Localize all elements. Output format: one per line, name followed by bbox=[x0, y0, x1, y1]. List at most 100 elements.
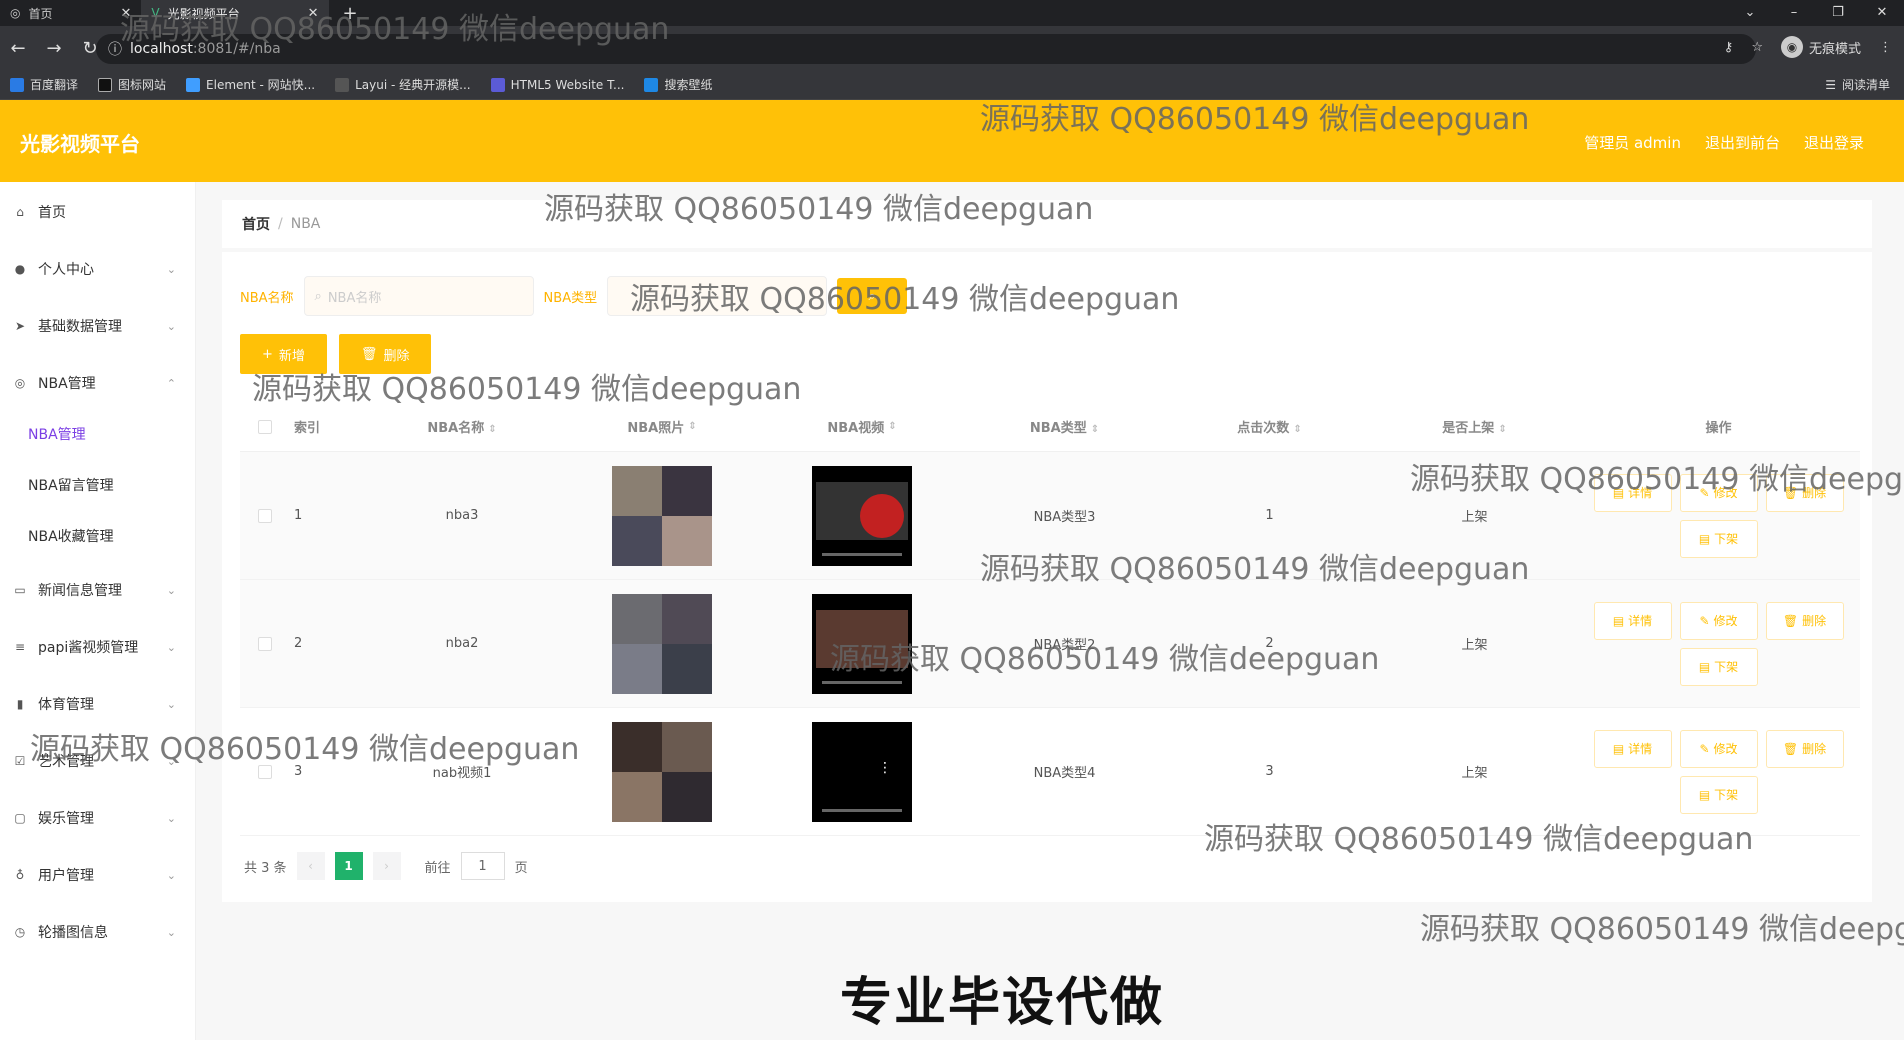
reading-list[interactable]: ☰ 阅读清单 bbox=[1825, 76, 1890, 93]
sidebar-item-papi[interactable]: ≡ papi酱视频管理 ⌄ bbox=[0, 627, 196, 667]
off-shelf-button[interactable]: ▤ 下架 bbox=[1679, 519, 1758, 558]
element-icon bbox=[186, 77, 201, 92]
sidebar-item-label: 用户管理 bbox=[38, 868, 94, 884]
trash-icon: 🗑 bbox=[360, 346, 378, 362]
pager-total: 共 3 条 bbox=[244, 860, 287, 876]
sidebar-item-users[interactable]: ♁ 用户管理 ⌄ bbox=[0, 855, 196, 895]
type-filter-label: NBA类型 bbox=[543, 290, 598, 306]
header-name[interactable]: NBA名称 ⇕ bbox=[362, 417, 562, 436]
select-all-checkbox[interactable] bbox=[258, 419, 272, 434]
nba-photo[interactable] bbox=[612, 721, 712, 822]
sidebar-item-home[interactable]: ⌂ 首页 bbox=[0, 192, 196, 232]
detail-label: 详情 bbox=[1628, 614, 1653, 628]
menu-icon: ≡ bbox=[14, 640, 26, 654]
row-clicks: 3 bbox=[1265, 764, 1274, 779]
sidebar-item-entertainment[interactable]: ▢ 娱乐管理 ⌄ bbox=[0, 798, 196, 838]
more-icon[interactable]: ⋮ bbox=[1879, 40, 1892, 55]
sidebar-subitem-nba-comments[interactable]: NBA留言管理 bbox=[0, 465, 196, 505]
sidebar-item-basic-data[interactable]: ➤ 基础数据管理 ⌄ bbox=[0, 306, 196, 346]
check-icon: ☑ bbox=[14, 754, 26, 768]
sort-icon[interactable]: ⇕ bbox=[1293, 424, 1301, 435]
page-number-button[interactable]: 1 bbox=[334, 852, 363, 880]
chevron-up-icon: ⌃ bbox=[166, 376, 176, 390]
plus-icon: + bbox=[262, 346, 273, 362]
back-to-front-link[interactable]: 退出到前台 bbox=[1705, 132, 1780, 153]
bookmark-item[interactable]: 搜索壁纸 bbox=[634, 76, 722, 93]
sidebar-subitem-label: NBA管理 bbox=[28, 427, 86, 443]
header-video[interactable]: NBA视频 ⇕ bbox=[762, 417, 962, 436]
sidebar-item-nba[interactable]: ◎ NBA管理 ⌃ bbox=[0, 363, 196, 403]
sort-icon[interactable]: ⇕ bbox=[688, 421, 696, 432]
edit-icon: ✎ bbox=[1699, 613, 1710, 628]
chevron-down-icon: ⌄ bbox=[166, 925, 176, 939]
edit-button[interactable]: ✎ 修改 bbox=[1679, 601, 1758, 640]
row-checkbox[interactable] bbox=[258, 508, 272, 523]
delete-button[interactable]: 🗑 删除 bbox=[1765, 729, 1844, 768]
header-photo[interactable]: NBA照片 ⇕ bbox=[562, 417, 762, 436]
detail-button[interactable]: ▤ 详情 bbox=[1593, 601, 1672, 640]
star-icon[interactable]: ☆ bbox=[1751, 40, 1763, 55]
edit-button[interactable]: ✎ 修改 bbox=[1679, 729, 1758, 768]
name-search-input[interactable]: ⌕ NBA名称 bbox=[303, 276, 534, 316]
back-icon[interactable]: ← bbox=[0, 38, 36, 59]
goto-page-input[interactable]: 1 bbox=[460, 852, 505, 880]
restore-icon[interactable]: ❐ bbox=[1816, 0, 1860, 26]
prev-page-button[interactable]: ‹ bbox=[296, 852, 325, 880]
detail-button[interactable]: ▤ 详情 bbox=[1593, 729, 1672, 768]
row-name: nba3 bbox=[445, 508, 479, 523]
sort-icon[interactable]: ⇕ bbox=[1498, 424, 1506, 435]
profile-button[interactable]: ◉ 无痕模式 bbox=[1780, 36, 1861, 58]
bookmark-item[interactable]: HTML5 Website T... bbox=[481, 77, 635, 92]
forward-icon[interactable]: → bbox=[36, 38, 72, 59]
sidebar-item-sports[interactable]: ▮ 体育管理 ⌄ bbox=[0, 684, 196, 724]
bookmark-item[interactable]: 百度翻译 bbox=[0, 76, 88, 93]
breadcrumb-home[interactable]: 首页 bbox=[242, 214, 270, 234]
sidebar-subitem-nba-manage[interactable]: NBA管理 bbox=[0, 414, 196, 454]
close-window-icon[interactable]: ✕ bbox=[1860, 0, 1904, 26]
sidebar-item-profile[interactable]: ● 个人中心 ⌄ bbox=[0, 249, 196, 289]
bookmarks-bar: 百度翻译 图标网站 Element - 网站快... Layui - 经典开源模… bbox=[0, 70, 1904, 100]
bookmark-item[interactable]: 图标网站 bbox=[88, 76, 176, 93]
header-index: 索引 bbox=[294, 421, 321, 436]
header-clicks[interactable]: 点击次数 ⇕ bbox=[1167, 417, 1372, 436]
sidebar-subitem-nba-favorites[interactable]: NBA收藏管理 bbox=[0, 516, 196, 556]
remove-label: 删除 bbox=[1802, 614, 1827, 628]
sidebar-item-label: 轮播图信息 bbox=[38, 925, 108, 941]
sort-icon[interactable]: ⇕ bbox=[1091, 424, 1099, 435]
watermark: 源码获取 QQ86050149 微信deepguan bbox=[630, 282, 1180, 317]
sidebar-item-carousel[interactable]: ◷ 轮播图信息 ⌄ bbox=[0, 912, 196, 952]
trash-icon: 🗑 bbox=[1782, 613, 1799, 628]
minimize-icon[interactable]: – bbox=[1772, 0, 1816, 26]
nba-photo[interactable] bbox=[612, 593, 712, 694]
chevron-down-icon: ⌄ bbox=[166, 640, 176, 654]
sidebar-subitem-label: NBA留言管理 bbox=[28, 478, 114, 494]
header-label: 是否上架 bbox=[1442, 421, 1495, 436]
sidebar-item-label: 新闻信息管理 bbox=[38, 583, 122, 599]
logout-link[interactable]: 退出登录 bbox=[1804, 132, 1864, 153]
next-page-button[interactable]: › bbox=[372, 852, 401, 880]
key-icon[interactable]: ⚷ bbox=[1724, 40, 1734, 55]
sort-icon[interactable]: ⇕ bbox=[488, 424, 496, 435]
doc-icon: ▤ bbox=[1612, 613, 1625, 628]
nba-video-player[interactable]: ⋮ bbox=[812, 721, 912, 822]
header-type[interactable]: NBA类型 ⇕ bbox=[962, 417, 1167, 436]
off-label: 下架 bbox=[1714, 532, 1739, 546]
off-shelf-button[interactable]: ▤ 下架 bbox=[1679, 775, 1758, 814]
row-checkbox[interactable] bbox=[258, 636, 272, 651]
bookmark-item[interactable]: Element - 网站快... bbox=[176, 76, 325, 93]
sort-icon[interactable]: ⇕ bbox=[888, 421, 896, 432]
nba-photo[interactable] bbox=[612, 465, 712, 566]
app-title: 光影视频平台 bbox=[20, 132, 140, 156]
chevron-down-icon[interactable]: ⌄ bbox=[1728, 0, 1772, 26]
delete-button[interactable]: 🗑 删除 bbox=[1765, 601, 1844, 640]
reading-list-label: 阅读清单 bbox=[1841, 78, 1890, 92]
off-shelf-button[interactable]: ▤ 下架 bbox=[1679, 647, 1758, 686]
flag-icon bbox=[98, 77, 113, 92]
sidebar-item-news[interactable]: ▭ 新闻信息管理 ⌄ bbox=[0, 570, 196, 610]
row-type: NBA类型4 bbox=[1033, 766, 1096, 781]
more-icon[interactable]: ⋮ bbox=[878, 760, 892, 776]
row-type: NBA类型3 bbox=[1033, 510, 1096, 525]
header-shelf[interactable]: 是否上架 ⇕ bbox=[1372, 417, 1577, 436]
chevron-down-icon: ⌄ bbox=[166, 319, 176, 333]
bookmark-item[interactable]: Layui - 经典开源模... bbox=[325, 76, 480, 93]
